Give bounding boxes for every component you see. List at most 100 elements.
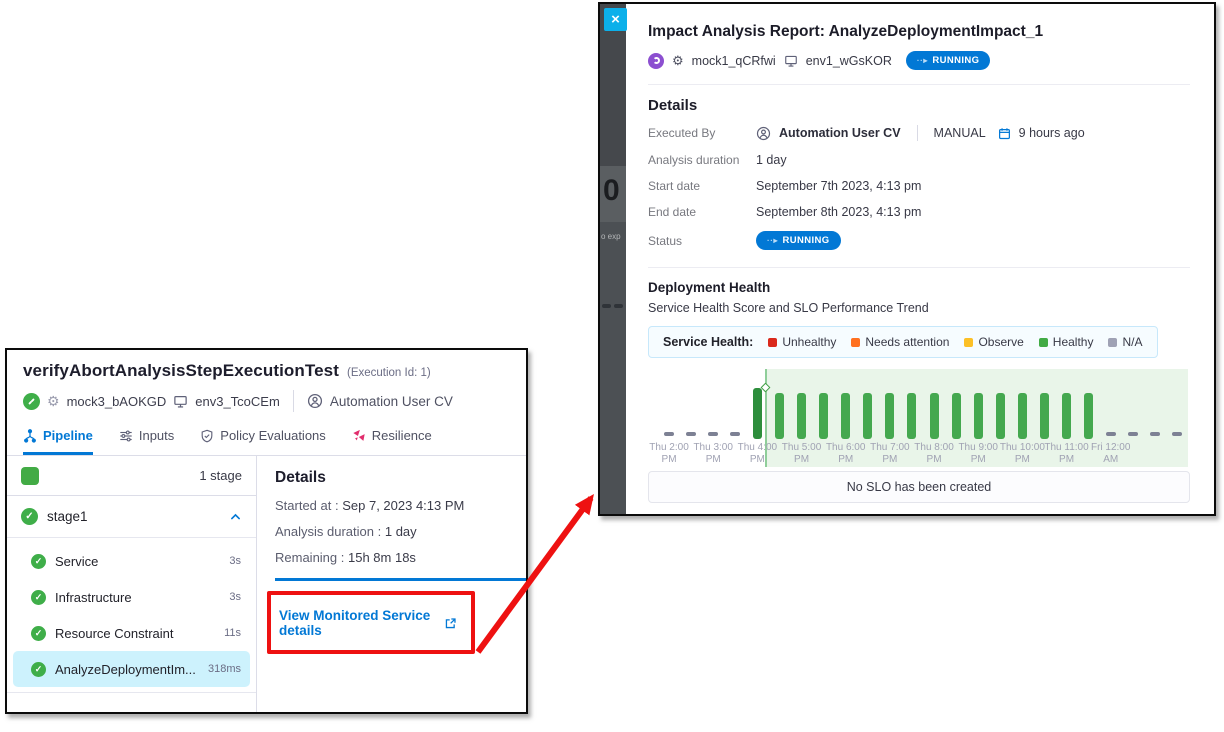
- analysis-progress-bar: [275, 578, 526, 581]
- na-dash: [708, 432, 718, 436]
- stage-status-square: [21, 467, 39, 485]
- started-at-value: Sep 7, 2023 4:13 PM: [342, 498, 464, 513]
- health-bar: [819, 393, 828, 439]
- deployment-health-subtitle: Service Health Score and SLO Performance…: [648, 301, 1190, 315]
- link-label: View Monitored Service details: [279, 608, 438, 638]
- inputs-icon: [119, 429, 133, 443]
- pipeline-icon: [23, 429, 37, 443]
- step-row-infrastructure[interactable]: ✓ Infrastructure 3s: [13, 579, 250, 615]
- unhealthy-swatch: [768, 338, 777, 347]
- calendar-icon: [998, 127, 1011, 140]
- check-circle-icon: ✓: [31, 590, 46, 605]
- check-circle-icon: ✓: [31, 626, 46, 641]
- remaining-value: 15h 8m 18s: [348, 550, 416, 565]
- health-bar: [996, 393, 1005, 439]
- stage-row-stage1[interactable]: ✓ stage1: [7, 496, 256, 538]
- start-date-value: September 7th 2023, 4:13 pm: [756, 179, 1190, 193]
- step-row-resource-constraint[interactable]: ✓ Resource Constraint 11s: [13, 615, 250, 651]
- legend-title: Service Health:: [663, 335, 753, 349]
- shield-check-icon: [200, 429, 214, 443]
- step-duration: 318ms: [208, 663, 241, 675]
- deployment-health-chart: Thu 2:00PMThu 3:00PMThu 4:00PMThu 5:00PM…: [648, 369, 1188, 467]
- step-row-analyze-deployment-impact[interactable]: ✓ AnalyzeDeploymentIm... 318ms: [13, 651, 250, 687]
- analysis-duration-label: Analysis duration: [648, 153, 756, 167]
- legend-item-needs-attention: Needs attention: [851, 335, 949, 349]
- tab-label: Pipeline: [43, 428, 93, 443]
- tab-pipeline[interactable]: Pipeline: [23, 420, 93, 455]
- service-health-legend: Service Health: Unhealthy Needs attentio…: [648, 326, 1158, 358]
- tab-label: Inputs: [139, 428, 174, 443]
- service-name: mock3_bAOKGD: [67, 394, 167, 409]
- stage-list-column: 1 stage ✓ stage1 ✓ Service 3s ✓ Infrastr…: [7, 456, 257, 712]
- status-badge: ∙∙▸ RUNNING: [906, 51, 991, 70]
- step-name: Infrastructure: [55, 590, 220, 605]
- background-shape: [602, 304, 611, 308]
- check-circle-icon: ✓: [31, 662, 46, 677]
- health-bar: [952, 393, 961, 439]
- health-source-icon: [648, 53, 664, 69]
- remaining-label: Remaining :: [275, 550, 344, 565]
- service-gear-icon: ⚙: [47, 394, 60, 408]
- tab-resilience[interactable]: Resilience: [352, 420, 432, 455]
- na-dash: [1150, 432, 1160, 436]
- step-row-service[interactable]: ✓ Service 3s: [13, 543, 250, 579]
- resilience-icon: [352, 429, 366, 443]
- execution-id: (Execution Id: 1): [347, 367, 431, 379]
- report-title: Impact Analysis Report: AnalyzeDeploymen…: [648, 23, 1190, 41]
- tab-label: Policy Evaluations: [220, 428, 326, 443]
- trigger-type: MANUAL: [934, 126, 986, 140]
- analysis-duration-label: Analysis duration :: [275, 524, 381, 539]
- executed-by-user: Automation User CV: [779, 126, 901, 140]
- legend-item-healthy: Healthy: [1039, 335, 1094, 349]
- start-date-label: Start date: [648, 179, 756, 193]
- na-dash: [686, 432, 696, 436]
- step-duration: 3s: [229, 555, 241, 567]
- deployment-health-heading: Deployment Health: [648, 280, 1190, 295]
- step-duration: 3s: [229, 591, 241, 603]
- no-slo-message-box: No SLO has been created: [648, 471, 1190, 503]
- observe-swatch: [964, 338, 973, 347]
- executor-name: Automation User CV: [330, 394, 453, 409]
- started-at-label: Started at :: [275, 498, 339, 513]
- na-dash: [664, 432, 674, 436]
- healthy-swatch: [1039, 338, 1048, 347]
- background-metric-value: 0: [603, 176, 620, 206]
- step-duration: 11s: [224, 627, 241, 639]
- executed-by-label: Executed By: [648, 126, 756, 140]
- execution-title: verifyAbortAnalysisStepExecutionTest: [23, 361, 339, 381]
- step-list: ✓ Service 3s ✓ Infrastructure 3s ✓ Resou…: [7, 538, 256, 693]
- na-dash: [1172, 432, 1182, 436]
- close-drawer-button[interactable]: ×: [604, 8, 627, 31]
- tab-policy-evaluations[interactable]: Policy Evaluations: [200, 420, 326, 455]
- chevron-up-icon[interactable]: [229, 510, 242, 523]
- health-bar: [907, 393, 916, 439]
- health-bar: [1040, 393, 1049, 439]
- execution-success-link-icon: [23, 393, 40, 410]
- environment-name: env1_wGsKOR: [806, 54, 892, 68]
- tab-inputs[interactable]: Inputs: [119, 420, 174, 455]
- details-heading: Details: [648, 97, 1190, 114]
- divider: [648, 84, 1190, 85]
- check-circle-icon: ✓: [31, 554, 46, 569]
- na-dash: [1128, 432, 1138, 436]
- analysis-duration-value: 1 day: [385, 524, 417, 539]
- step-details-column: Details Started at : Sep 7, 2023 4:13 PM…: [257, 456, 526, 712]
- tab-label: Resilience: [372, 428, 432, 443]
- divider: [293, 390, 294, 412]
- tab-bar: Pipeline Inputs Policy Evaluations Resil…: [7, 420, 526, 456]
- environment-name: env3_TcoCEm: [195, 394, 280, 409]
- user-icon: [307, 393, 323, 409]
- step-name: Service: [55, 554, 220, 569]
- user-icon: [756, 126, 771, 141]
- execution-header: verifyAbortAnalysisStepExecutionTest (Ex…: [7, 350, 526, 412]
- legend-item-na: N/A: [1108, 335, 1142, 349]
- running-indicator-icon: ∙∙▸: [917, 56, 928, 65]
- view-monitored-service-link[interactable]: View Monitored Service details: [279, 608, 457, 638]
- divider: [917, 125, 918, 141]
- legend-item-observe: Observe: [964, 335, 1023, 349]
- background-partial-text: o exp: [601, 232, 621, 241]
- health-bar: [1062, 393, 1071, 439]
- x-tick-label: Fri 12:00AM: [1081, 442, 1141, 466]
- health-bar: [1084, 393, 1093, 439]
- health-bar: [841, 393, 850, 439]
